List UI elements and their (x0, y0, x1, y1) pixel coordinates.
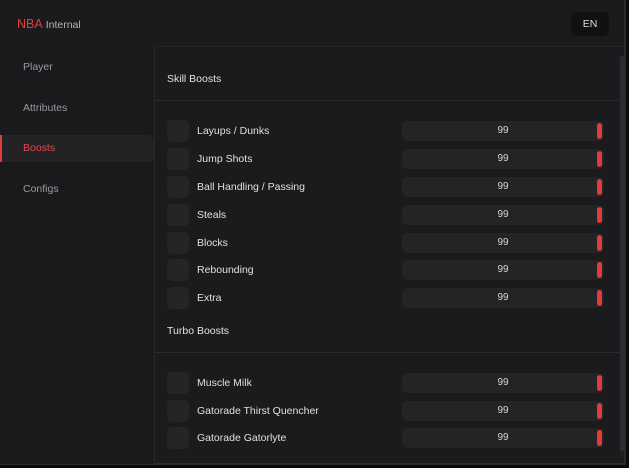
boost-value: 99 (497, 125, 509, 136)
boost-checkbox[interactable] (167, 204, 189, 226)
boost-row: Gatorade Gatorlyte 99 (155, 427, 624, 449)
boost-value: 99 (497, 181, 509, 192)
sidebar-item-player[interactable]: Player (0, 54, 154, 81)
boost-slider[interactable]: 99 (402, 205, 604, 225)
boost-row: Gatorade Thirst Quencher 99 (155, 400, 624, 422)
boost-value: 99 (497, 153, 509, 164)
sidebar-item-configs[interactable]: Configs (0, 176, 154, 203)
boost-slider[interactable]: 99 (402, 233, 604, 253)
section-divider (155, 352, 624, 353)
boost-slider[interactable]: 99 (402, 428, 604, 448)
sidebar: Player Attributes Boosts Configs (0, 46, 155, 464)
boost-value: 99 (497, 432, 509, 443)
boost-label: Blocks (197, 237, 228, 249)
boost-value: 99 (497, 237, 509, 248)
slider-handle[interactable] (597, 207, 602, 223)
slider-handle[interactable] (597, 151, 602, 167)
slider-handle[interactable] (597, 235, 602, 251)
boost-label: Layups / Dunks (197, 125, 270, 137)
boosts-panel: Skill Boosts Layups / Dunks 99 Jump Shot… (155, 46, 624, 464)
boost-slider[interactable]: 99 (402, 149, 604, 169)
section-divider (155, 100, 624, 101)
boost-label: Gatorade Gatorlyte (197, 432, 287, 444)
boost-checkbox[interactable] (167, 148, 189, 170)
boost-label: Jump Shots (197, 153, 253, 165)
content-scrollbar[interactable] (620, 56, 624, 456)
scrollbar-thumb[interactable] (620, 56, 624, 451)
boost-row: Layups / Dunks 99 (155, 120, 624, 142)
boost-value: 99 (497, 209, 509, 220)
boost-row: Muscle Milk 99 (155, 372, 624, 394)
sidebar-item-boosts[interactable]: Boosts (0, 135, 154, 162)
boost-row: Steals 99 (155, 204, 624, 226)
boost-checkbox[interactable] (167, 400, 189, 422)
slider-handle[interactable] (597, 262, 602, 278)
boost-checkbox[interactable] (167, 120, 189, 142)
boost-slider[interactable]: 99 (402, 177, 604, 197)
boost-slider[interactable]: 99 (402, 288, 604, 308)
boost-checkbox[interactable] (167, 232, 189, 254)
boost-value: 99 (497, 377, 509, 388)
boost-value: 99 (497, 405, 509, 416)
app-brand: NBA Internal (17, 17, 81, 31)
slider-handle[interactable] (597, 123, 602, 139)
boost-row: Extra 99 (155, 287, 624, 309)
header-bar: NBA Internal EN (0, 0, 624, 47)
boost-value: 99 (497, 292, 509, 303)
boost-checkbox[interactable] (167, 287, 189, 309)
boost-row: Blocks 99 (155, 232, 624, 254)
boost-row: Rebounding 99 (155, 259, 624, 281)
app-window: NBA Internal EN Player Attributes Boosts … (0, 0, 626, 465)
brand-subtitle: Internal (45, 19, 81, 31)
boost-label: Gatorade Thirst Quencher (197, 405, 319, 417)
slider-handle[interactable] (597, 375, 602, 391)
brand-name: NBA (17, 17, 43, 31)
boost-value: 99 (497, 264, 509, 275)
boost-checkbox[interactable] (167, 259, 189, 281)
boost-label: Ball Handling / Passing (197, 181, 305, 193)
sidebar-item-attributes[interactable]: Attributes (0, 95, 154, 122)
boost-row: Jump Shots 99 (155, 148, 624, 170)
boost-row: Ball Handling / Passing 99 (155, 176, 624, 198)
boost-slider[interactable]: 99 (402, 401, 604, 421)
slider-handle[interactable] (597, 179, 602, 195)
section-title-skill-boosts: Skill Boosts (167, 73, 222, 85)
boost-checkbox[interactable] (167, 372, 189, 394)
boost-label: Muscle Milk (197, 377, 252, 389)
boost-checkbox[interactable] (167, 176, 189, 198)
boost-checkbox[interactable] (167, 427, 189, 449)
boost-slider[interactable]: 99 (402, 260, 604, 280)
boost-slider[interactable]: 99 (402, 373, 604, 393)
section-title-turbo-boosts: Turbo Boosts (167, 325, 230, 337)
boost-slider[interactable]: 99 (402, 121, 604, 141)
boost-label: Rebounding (197, 264, 254, 276)
slider-handle[interactable] (597, 290, 602, 306)
boost-label: Steals (197, 209, 227, 221)
slider-handle[interactable] (597, 430, 602, 446)
language-button[interactable]: EN (571, 12, 609, 36)
boost-label: Extra (197, 292, 222, 304)
slider-handle[interactable] (597, 403, 602, 419)
